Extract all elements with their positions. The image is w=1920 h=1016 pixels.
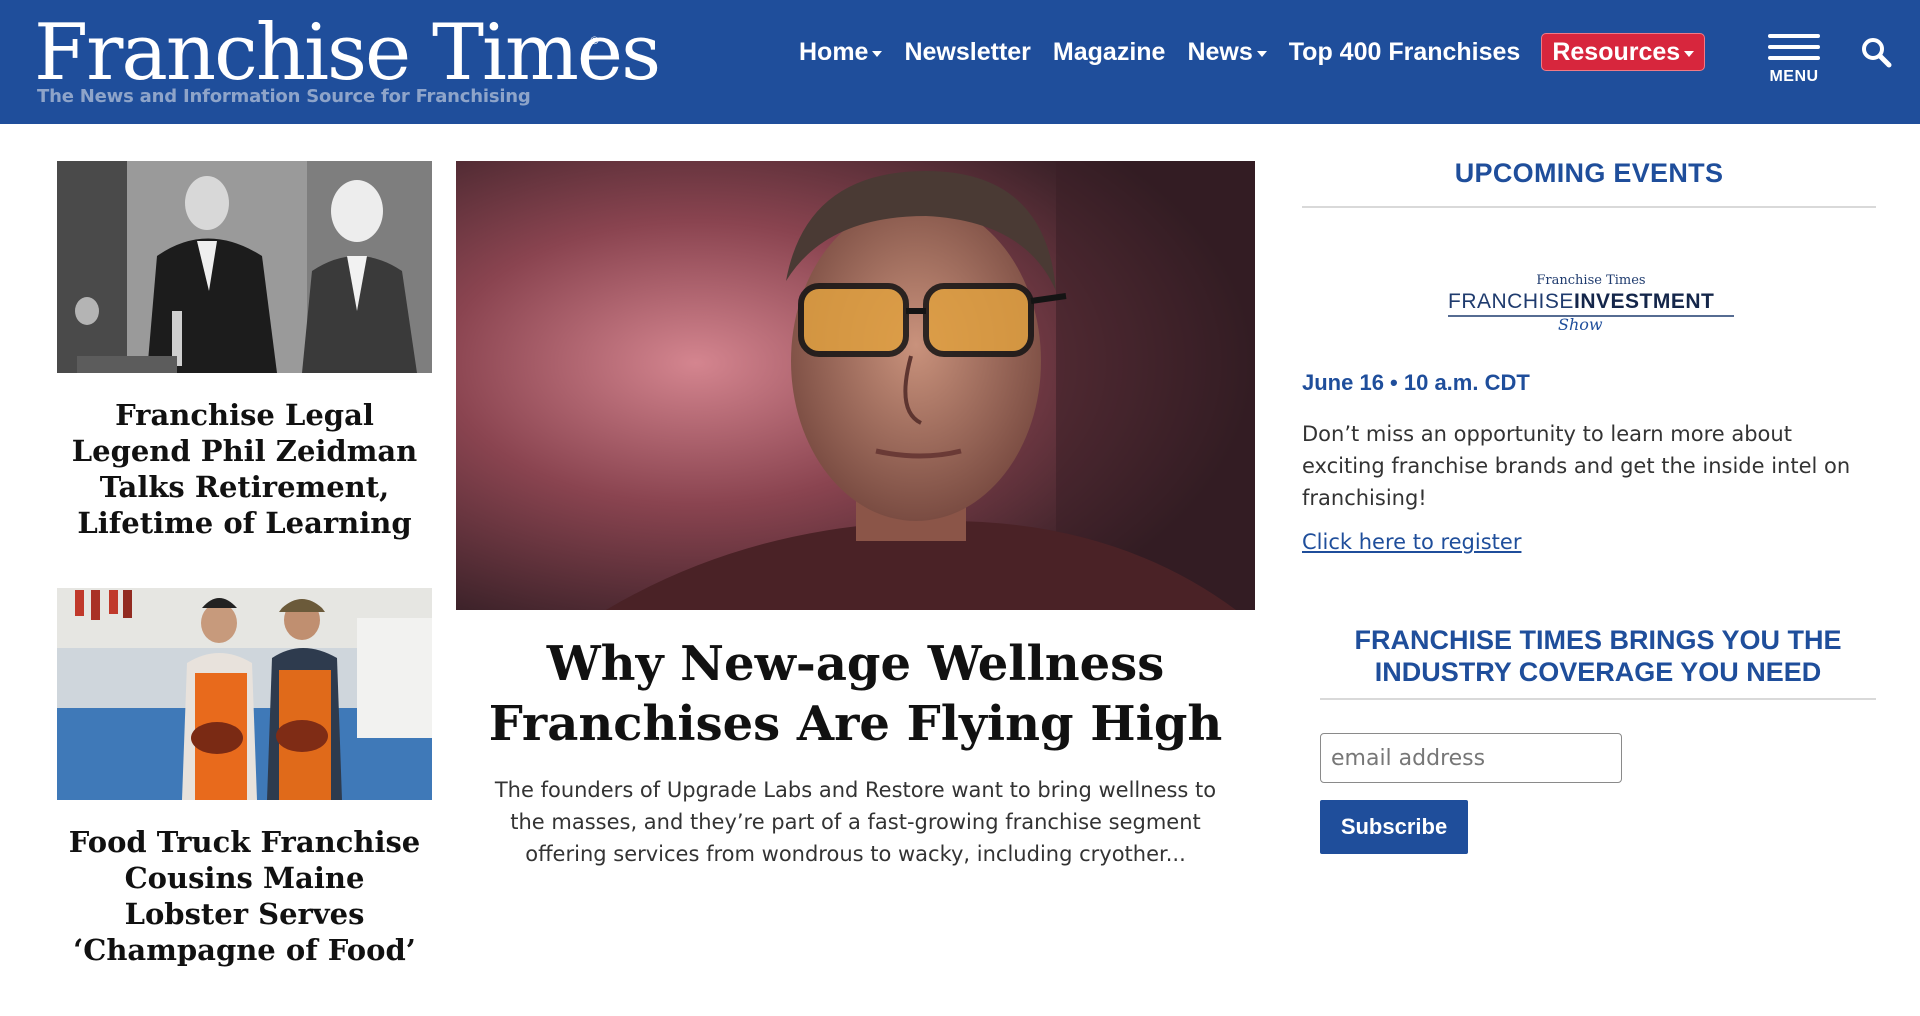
register-link[interactable]: Click here to register (1302, 530, 1521, 554)
caret-down-icon (872, 50, 883, 57)
main-nav: Home Newsletter Magazine News Top 400 Fr… (788, 30, 1706, 74)
nav-item-label: Magazine (1052, 37, 1166, 66)
subscribe-button[interactable]: Subscribe (1320, 800, 1468, 854)
site-logo[interactable]: Franchise Times ® The News and Informati… (34, 10, 661, 120)
nav-item-top-400[interactable]: Top 400 Franchises (1278, 32, 1532, 72)
logo-registered-mark: ® (589, 34, 600, 47)
search-button[interactable] (1860, 36, 1892, 68)
menu-button[interactable]: MENU (1762, 32, 1826, 94)
featured-article[interactable]: Why New-age Wellness Franchises Are Flyi… (456, 161, 1255, 870)
nav-item-newsletter[interactable]: Newsletter (893, 32, 1041, 72)
nav-item-label: Top 400 Franchises (1288, 37, 1521, 66)
event-description: Don’t miss an opportunity to learn more … (1302, 422, 1851, 510)
featured-image[interactable] (456, 161, 1255, 610)
email-input[interactable] (1320, 733, 1622, 783)
event-logo-script-text: Show (1558, 315, 1603, 334)
nav-item-label: Home (799, 37, 869, 66)
event-logo-left-text: FRANCHISE (1448, 290, 1574, 313)
article-image[interactable] (57, 161, 432, 373)
nav-item-news[interactable]: News (1176, 32, 1277, 72)
caret-down-icon (1684, 50, 1695, 57)
divider (1302, 206, 1876, 208)
article-image[interactable] (57, 588, 432, 800)
upcoming-events-heading: UPCOMING EVENTS (1454, 158, 1724, 188)
article-title[interactable]: Franchise Legal Legend Phil Zeidman Talk… (57, 397, 432, 541)
nav-item-magazine[interactable]: Magazine (1042, 32, 1177, 72)
logo-title: Franchise Times (34, 8, 661, 98)
featured-article-title[interactable]: Why New-age Wellness Franchises Are Flyi… (456, 634, 1255, 754)
franchise-investment-show-logo[interactable]: Franchise Times FRANCHISE INVESTMENT Sho… (1446, 270, 1736, 334)
article-title[interactable]: Food Truck Franchise Cousins Maine Lobst… (57, 824, 432, 968)
nav-item-home[interactable]: Home (788, 32, 893, 72)
divider (1320, 698, 1876, 700)
article-card[interactable]: Food Truck Franchise Cousins Maine Lobst… (57, 588, 432, 968)
nav-item-label: Resources (1552, 37, 1681, 66)
caret-down-icon (1256, 50, 1267, 57)
site-header: Franchise Times ® The News and Informati… (0, 0, 1920, 124)
nav-item-label: News (1187, 37, 1253, 66)
menu-label: MENU (1769, 68, 1819, 85)
newsletter-promo-heading: FRANCHISE TIMES BRINGS YOU THE INDUSTRY … (1354, 625, 1842, 687)
event-logo-top-text: Franchise Times (1536, 273, 1645, 288)
logo-tagline: The News and Information Source for Fran… (37, 86, 531, 107)
article-card[interactable]: Franchise Legal Legend Phil Zeidman Talk… (57, 161, 432, 541)
nav-item-label: Newsletter (904, 37, 1031, 66)
featured-article-excerpt: The founders of Upgrade Labs and Restore… (494, 778, 1217, 866)
hamburger-icon (1768, 32, 1820, 62)
event-logo-right-text: INVESTMENT (1574, 290, 1714, 313)
nav-item-resources[interactable]: Resources (1541, 33, 1706, 71)
event-date: June 16 • 10 a.m. CDT (1302, 370, 1530, 395)
search-icon (1862, 38, 1892, 68)
